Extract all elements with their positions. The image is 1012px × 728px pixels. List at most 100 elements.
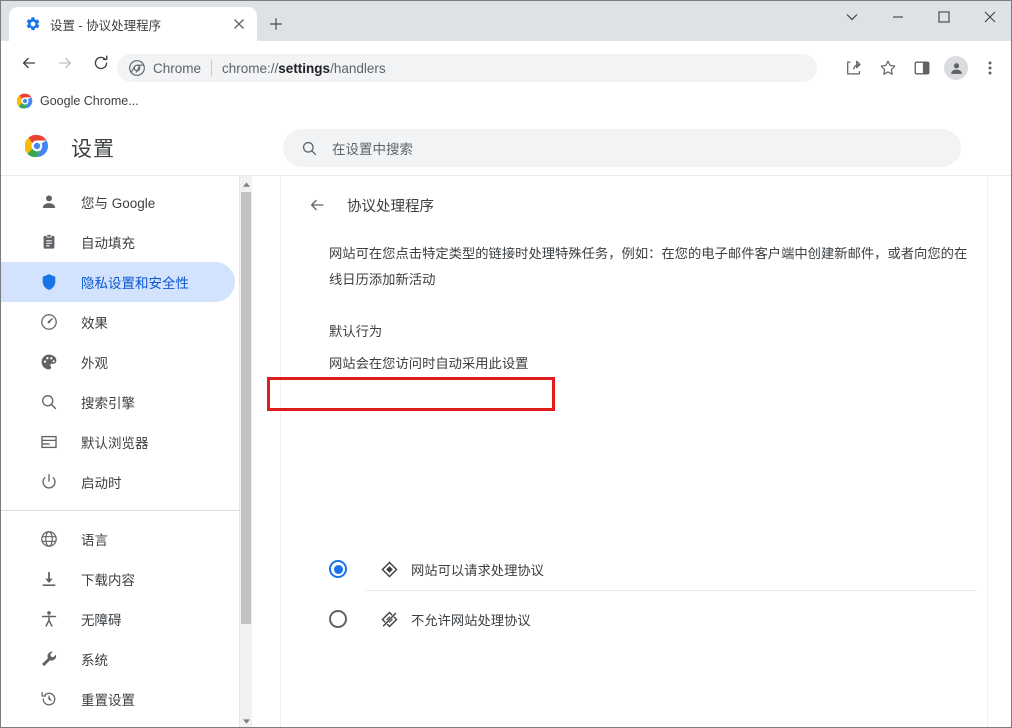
toolbar-actions	[837, 54, 1007, 82]
person-icon	[39, 192, 59, 212]
sidebar-item-search-engine[interactable]: 搜索引擎	[15, 382, 225, 422]
sidebar-item-label: 重置设置	[81, 693, 135, 708]
scroll-up-button[interactable]	[240, 176, 252, 192]
radio-option-block[interactable]: 不允许网站处理协议	[329, 593, 974, 645]
radio-option-allow[interactable]: 网站可以请求处理协议	[329, 543, 974, 595]
content-title: 协议处理程序	[347, 198, 434, 215]
content-card: 协议处理程序 网站可在您点击特定类型的链接时处理特殊任务，例如：在您的电子邮件客…	[280, 176, 988, 727]
radio-button-block[interactable]	[329, 610, 347, 628]
close-icon	[984, 11, 996, 23]
sidebar-item-label: 无障碍	[81, 613, 122, 628]
sidebar-item-on-startup[interactable]: 启动时	[15, 462, 225, 502]
palette-icon	[39, 352, 59, 372]
sidebar-item-default-browser[interactable]: 默认浏览器	[15, 422, 225, 462]
default-behavior-sub: 网站会在您访问时自动采用此设置	[329, 356, 529, 371]
radio-button-allow[interactable]	[329, 560, 347, 578]
share-icon	[847, 60, 861, 75]
sidebar-item-label: 默认浏览器	[81, 436, 149, 451]
sidebar-item-label: 效果	[81, 316, 108, 331]
bookmark-button[interactable]	[874, 54, 902, 82]
more-menu-button[interactable]	[976, 54, 1004, 82]
clipboard-icon	[39, 232, 59, 252]
window-controls	[829, 1, 1011, 33]
chrome-logo-icon	[25, 134, 48, 158]
search-placeholder: 在设置中搜索	[332, 142, 413, 157]
bookmark-label: Google Chrome...	[40, 94, 139, 108]
chevron-down-icon	[846, 14, 858, 21]
default-behavior-label: 默认行为	[329, 324, 383, 339]
page-title: 设置	[71, 138, 115, 161]
tab-search-button[interactable]	[829, 1, 875, 33]
sidebar-item-label: 搜索引擎	[81, 396, 135, 411]
sidebar-item-accessibility[interactable]: 无障碍	[15, 599, 225, 639]
forward-arrow-icon	[58, 57, 72, 69]
url-suffix: /handlers	[330, 60, 386, 76]
globe-icon	[39, 529, 59, 549]
url-bold-segment: settings	[278, 60, 331, 76]
scroll-up-arrow-icon	[242, 181, 250, 187]
tab-title: 设置 - 协议处理程序	[50, 18, 162, 33]
sidebar-item-performance[interactable]: 效果	[15, 302, 225, 342]
sidebar-item-label: 下载内容	[81, 573, 135, 588]
tab-strip: 设置 - 协议处理程序	[1, 1, 1011, 41]
shield-icon	[39, 272, 59, 292]
sidebar-item-label: 启动时	[81, 476, 122, 491]
sidebar-item-you-and-google[interactable]: 您与 Google	[15, 182, 225, 222]
radio-label-block: 不允许网站处理协议	[411, 612, 531, 628]
settings-sidebar: 您与 Google 自动填充 隐私设置和安全性 效果 外观 搜索引擎 默认浏览器…	[1, 176, 239, 727]
reload-icon	[94, 55, 108, 70]
bookmark-item-google-chrome[interactable]: Google Chrome...	[11, 90, 145, 112]
share-button[interactable]	[840, 54, 868, 82]
radio-dot	[333, 564, 343, 574]
sidebar-scrollbar[interactable]	[239, 176, 252, 727]
maximize-icon	[938, 11, 950, 23]
sidebar-item-reset-settings[interactable]: 重置设置	[15, 679, 225, 719]
sidebar-item-label: 语言	[81, 533, 108, 548]
sidebar-item-system[interactable]: 系统	[15, 639, 225, 679]
sidebar-item-appearance[interactable]: 外观	[15, 342, 225, 382]
restore-icon	[39, 689, 59, 709]
search-icon	[39, 392, 59, 412]
minimize-icon	[893, 16, 903, 18]
bookmark-bar: Google Chrome...	[1, 85, 1011, 118]
browser-window-icon	[39, 432, 59, 452]
sidebar-item-languages[interactable]: 语言	[15, 519, 225, 559]
description-text: 网站可在您点击特定类型的链接时处理特殊任务，例如：在您的电子邮件客户端中创建新邮…	[329, 246, 968, 287]
protocol-handler-icon	[379, 559, 399, 579]
radio-label-allow: 网站可以请求处理协议	[411, 562, 544, 578]
scroll-down-button[interactable]	[240, 713, 252, 727]
settings-search-input[interactable]: 在设置中搜索	[283, 129, 961, 167]
close-button[interactable]	[967, 1, 1011, 33]
scrollbar-thumb[interactable]	[241, 192, 251, 624]
sidebar-item-autofill[interactable]: 自动填充	[15, 222, 225, 262]
minimize-button[interactable]	[875, 1, 921, 33]
new-tab-button[interactable]	[263, 11, 289, 37]
side-panel-button[interactable]	[908, 54, 936, 82]
sidebar-item-label: 您与 Google	[81, 196, 156, 211]
tab-close-button[interactable]	[229, 14, 249, 34]
reload-button[interactable]	[87, 49, 115, 77]
plus-icon	[270, 18, 282, 30]
sidebar-item-label: 自动填充	[81, 236, 135, 251]
close-icon	[234, 19, 244, 29]
protocol-handler-off-icon	[379, 609, 399, 629]
profile-button[interactable]	[942, 54, 970, 82]
maximize-button[interactable]	[921, 1, 967, 33]
back-button[interactable]	[15, 49, 43, 77]
browser-tab[interactable]: 设置 - 协议处理程序	[9, 7, 257, 41]
side-panel-icon	[914, 61, 930, 75]
content-back-button[interactable]	[305, 193, 329, 217]
search-icon	[302, 141, 317, 155]
address-bar[interactable]: Chrome chrome://settings/handlers	[117, 54, 817, 82]
omnibox-url: chrome://settings/handlers	[222, 61, 386, 76]
sidebar-item-downloads[interactable]: 下载内容	[15, 559, 225, 599]
wrench-icon	[39, 649, 59, 669]
power-icon	[39, 472, 59, 492]
options-divider	[365, 590, 977, 591]
back-arrow-icon	[22, 57, 36, 69]
forward-button[interactable]	[51, 49, 79, 77]
chrome-logo-icon	[129, 60, 145, 76]
url-prefix: chrome://	[222, 60, 279, 76]
sidebar-item-privacy-and-security[interactable]: 隐私设置和安全性	[1, 262, 235, 302]
sidebar-item-label: 外观	[81, 356, 108, 371]
